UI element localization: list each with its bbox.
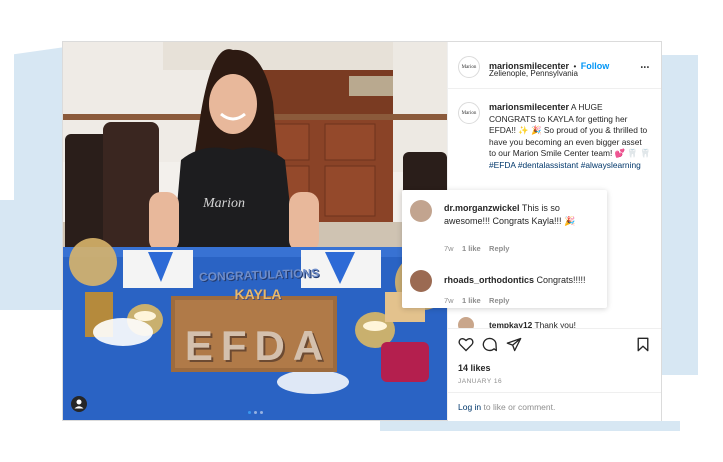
comment-item: dr.morganzwickel This is so awesome!!! C… bbox=[410, 200, 600, 260]
bookmark-icon[interactable] bbox=[636, 337, 650, 352]
background-brush-right bbox=[662, 55, 698, 375]
reply-button[interactable]: Reply bbox=[489, 296, 509, 305]
post-photo[interactable]: Marion CONGRATULATIONS KAYLA EFDA bbox=[63, 42, 447, 420]
comment-age[interactable]: 7w bbox=[444, 296, 454, 305]
user-tag-icon bbox=[74, 399, 84, 409]
comment-age[interactable]: 7w bbox=[444, 244, 454, 253]
carousel-dots bbox=[248, 411, 263, 414]
login-link[interactable]: Log in bbox=[458, 402, 481, 412]
heart-icon[interactable] bbox=[458, 337, 474, 352]
background-brush-bottom bbox=[380, 421, 680, 431]
more-options-button[interactable]: ••• bbox=[641, 60, 650, 72]
caption-username[interactable]: marionsmilecenter bbox=[489, 102, 569, 112]
background-brush-left-lower bbox=[0, 200, 62, 310]
share-icon[interactable] bbox=[506, 337, 522, 352]
comment-meta: 7w 1 like Reply bbox=[444, 296, 509, 305]
follow-button[interactable]: Follow bbox=[581, 61, 610, 71]
carousel-dot bbox=[260, 411, 263, 414]
caption-avatar[interactable]: Marion bbox=[458, 102, 480, 124]
comment-likes[interactable]: 1 like bbox=[462, 296, 481, 305]
more-options-icon: ••• bbox=[640, 65, 650, 71]
caption-hashtags[interactable]: #EFDA #dentalassistant #alwayslearning bbox=[489, 160, 641, 170]
comment-item: rhoads_orthodontics Congrats!!!!! 7w 1 l… bbox=[410, 270, 600, 306]
comment-username[interactable]: dr.morganzwickel bbox=[444, 203, 520, 213]
header-divider bbox=[448, 88, 661, 89]
photo-name-text: KAYLA bbox=[234, 286, 282, 302]
reply-button[interactable]: Reply bbox=[489, 244, 509, 253]
post-date[interactable]: JANUARY 16 bbox=[458, 378, 502, 385]
commenter-avatar[interactable] bbox=[410, 270, 432, 292]
svg-text:Marion: Marion bbox=[202, 196, 245, 211]
commenter-avatar[interactable] bbox=[410, 200, 432, 222]
comment-text: Congrats!!!!! bbox=[536, 275, 586, 285]
actions-divider bbox=[448, 392, 661, 393]
like-count[interactable]: 14 likes bbox=[458, 363, 491, 373]
login-prompt: Log in to like or comment. bbox=[458, 402, 555, 412]
location-link[interactable]: Zelienople, Pennsylvania bbox=[489, 69, 578, 78]
carousel-dot-active bbox=[248, 411, 251, 414]
user-tag-button[interactable] bbox=[71, 396, 87, 412]
comments-popup: dr.morganzwickel This is so awesome!!! C… bbox=[402, 190, 607, 308]
account-avatar[interactable]: Marion bbox=[458, 56, 480, 78]
caption-body: marionsmilecenter A HUGE CONGRATS to KAY… bbox=[489, 102, 651, 172]
comment-meta: 7w 1 like Reply bbox=[444, 244, 509, 253]
avatar-logo-text: Marion bbox=[461, 64, 477, 70]
comment-body: rhoads_orthodontics Congrats!!!!! bbox=[444, 274, 604, 287]
comment-body: dr.morganzwickel This is so awesome!!! C… bbox=[444, 202, 604, 227]
photo-cake-letters: EFDA bbox=[184, 322, 332, 369]
carousel-dot bbox=[254, 411, 257, 414]
login-prompt-text: to like or comment. bbox=[481, 402, 556, 412]
avatar-logo-text: Marion bbox=[461, 110, 477, 116]
comment-likes[interactable]: 1 like bbox=[462, 244, 481, 253]
post-actions: 14 likes JANUARY 16 Log in to like or co… bbox=[448, 328, 661, 421]
comment-icon[interactable] bbox=[482, 337, 498, 352]
comment-username[interactable]: rhoads_orthodontics bbox=[444, 275, 534, 285]
post-header: Marion marionsmilecenter • Follow Zelien… bbox=[458, 52, 652, 86]
